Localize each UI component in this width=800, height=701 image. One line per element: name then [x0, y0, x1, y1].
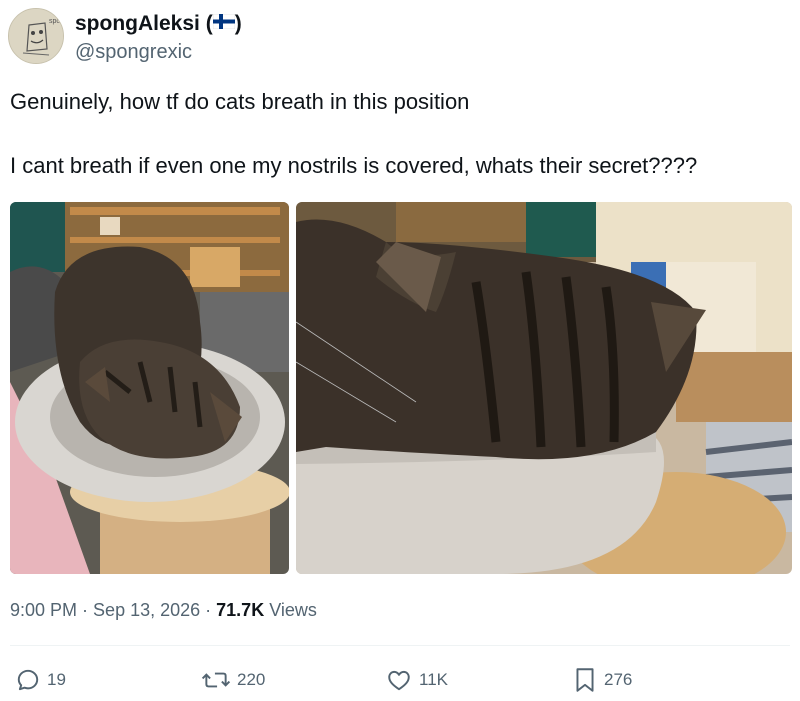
meta-separator: ·	[200, 600, 217, 620]
retweet-count: 220	[237, 670, 266, 689]
reply-icon	[17, 669, 39, 691]
like-count: 11K	[419, 670, 448, 689]
sketch-avatar-icon: spong	[9, 9, 64, 63]
tweet-text: Genuinely, how tf do cats breath in this…	[10, 86, 790, 182]
bookmark-button[interactable]: 276	[572, 662, 632, 698]
like-button[interactable]: 11K	[385, 662, 448, 698]
tweet-date[interactable]: Sep 13, 2026	[93, 600, 200, 620]
cat-photo-2[interactable]	[296, 202, 792, 574]
avatar[interactable]: spong	[8, 8, 64, 64]
tweet-line-1: Genuinely, how tf do cats breath in this…	[10, 89, 470, 114]
action-bar: 19 220 11K 276	[0, 662, 800, 698]
avatar-text: spong	[49, 18, 64, 25]
tweet-header: spong spongAleksi () @spongrexic	[8, 8, 768, 68]
tweet-media	[10, 202, 792, 574]
reply-count: 19	[47, 670, 66, 689]
tweet-line-2: I cant breath if even one my nostrils is…	[10, 153, 698, 178]
display-name-suffix: )	[234, 12, 242, 35]
bookmark-icon	[576, 668, 594, 692]
author-handle[interactable]: @spongrexic	[75, 39, 242, 65]
retweet-icon	[201, 672, 231, 688]
reply-button[interactable]: 19	[15, 662, 66, 698]
meta-separator: ·	[77, 600, 94, 620]
divider	[10, 645, 790, 646]
cat-photo-1[interactable]	[10, 202, 289, 574]
finland-flag-icon	[212, 13, 235, 34]
retweet-button[interactable]: 220	[201, 662, 265, 698]
tweet-time[interactable]: 9:00 PM	[10, 600, 77, 620]
display-name-row[interactable]: spongAleksi ()	[75, 11, 242, 37]
heart-icon	[388, 670, 410, 691]
views-label: Views	[264, 600, 317, 620]
author-names: spongAleksi () @spongrexic	[75, 11, 242, 65]
views-count: 71.7K	[216, 600, 265, 620]
tweet-meta: 9:00 PM · Sep 13, 2026 · 71.7K Views	[10, 598, 317, 622]
bookmark-count: 276	[604, 670, 633, 689]
display-name[interactable]: spongAleksi (	[75, 11, 213, 37]
